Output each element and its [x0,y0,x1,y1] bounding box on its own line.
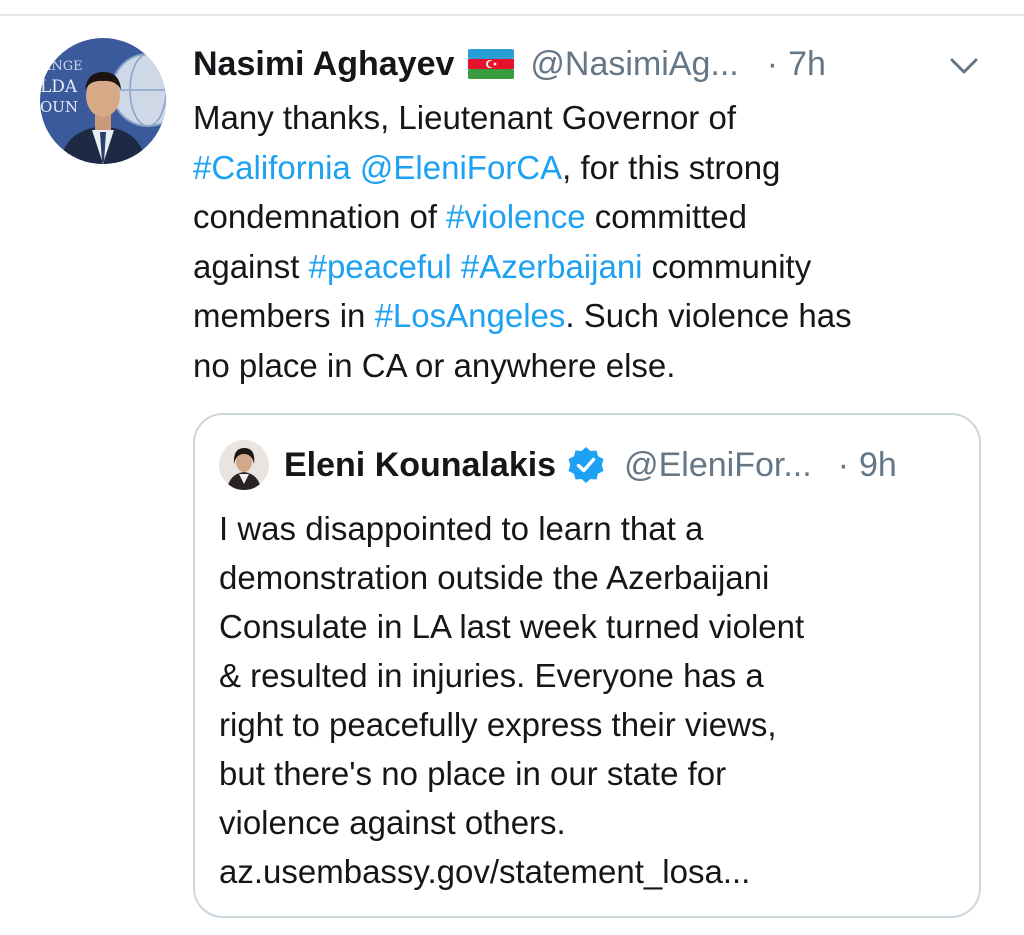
text-segment: against [193,247,309,285]
svg-text:OUN: OUN [40,98,78,116]
quoted-text-line: violence against others. [219,804,566,841]
author-handle[interactable]: @NasimiAg... [530,45,738,84]
hashtag-link[interactable]: #California [193,149,351,186]
text-segment: community [642,247,812,285]
azerbaijan-flag-icon [468,49,515,79]
svg-text:LDA: LDA [40,77,78,97]
text-segment: . Such violence has [565,297,852,334]
text-segment [452,248,461,285]
quoted-text-line: & resulted in injuries. Everyone has a [219,657,764,694]
tweet-text-line: Many thanks, Lieutenant Governor of [193,93,993,143]
chevron-down-icon[interactable] [944,46,984,86]
hashtag-link[interactable]: #violence [446,198,585,235]
quoted-author-name[interactable]: Eleni Kounalakis [284,446,556,485]
quoted-text-line: but there's no place in our state for [219,755,727,792]
quoted-text-line: demonstration outside the Azerbaijani [219,559,770,596]
quoted-text-line: I was disappointed to learn that a [219,510,704,547]
top-divider [0,14,1024,16]
quoted-author-handle[interactable]: @EleniFor... [624,446,812,485]
quoted-author-avatar[interactable] [219,440,269,490]
hashtag-link[interactable]: #peaceful [309,248,452,285]
tweet-text-line: against #peaceful #Azerbaijani community [193,242,993,292]
text-segment: , for this strong [562,148,781,186]
quoted-text-line: Consulate in LA last week turned violent [219,608,805,645]
quoted-tweet-card[interactable]: Eleni Kounalakis @EleniFor... · 9h I was… [193,413,981,918]
svg-text:ANGE: ANGE [41,59,83,74]
tweet-text-line: #California @EleniForCA, for this strong [193,143,993,193]
separator-dot: · [766,44,779,83]
quoted-text-line: right to peacefully express their views, [219,706,777,743]
tweet-time[interactable]: 7h [788,45,826,84]
text-segment: members in [193,297,375,334]
mention-link[interactable]: @EleniForCA [360,149,562,186]
text-segment: no place in CA or anywhere else. [193,346,676,384]
separator-dot: · [837,445,850,484]
verified-badge-icon [566,445,606,485]
tweet-text-line: members in #LosAngeles. Such violence ha… [193,291,993,341]
hashtag-link[interactable]: #Azerbaijani [461,248,643,285]
author-name[interactable]: Nasimi Aghayev [193,45,454,84]
tweet-text: Many thanks, Lieutenant Governor of #Cali… [193,93,993,390]
quoted-link[interactable]: az.usembassy.gov/statement_losa... [219,847,969,896]
text-segment [351,149,360,186]
tweet-header: Nasimi Aghayev @NasimiAg... · 7h [193,40,826,88]
text-segment: condemnation of [193,198,447,235]
tweet-text-line: no place in CA or anywhere else. [193,341,993,391]
text-segment: Many thanks, Lieutenant Governor of [193,99,736,136]
quoted-tweet-time[interactable]: 9h [859,446,897,485]
quoted-tweet-header: Eleni Kounalakis @EleniFor... · 9h [284,441,897,489]
author-avatar[interactable]: ANGE LDA OUN [40,38,166,164]
hashtag-link[interactable]: #LosAngeles [375,297,566,334]
quoted-tweet-text: I was disappointed to learn that a demon… [219,504,969,896]
text-segment: committed [585,198,747,235]
tweet-text-line: condemnation of #violence committed [193,192,993,242]
